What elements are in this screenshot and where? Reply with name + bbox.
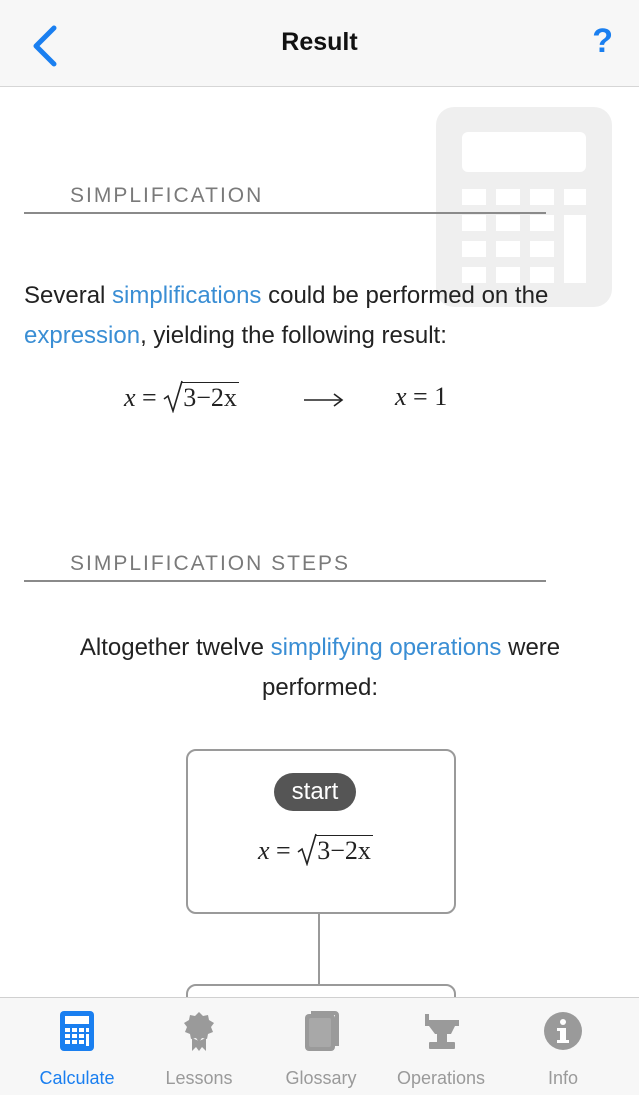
right-arrow-icon (304, 393, 344, 407)
tab-label: Info (547, 1068, 579, 1088)
tab-info[interactable]: Info (502, 998, 624, 1095)
lhs: x (258, 836, 270, 865)
lhs: x (124, 383, 136, 412)
section-header-simplification: SIMPLIFICATION (24, 178, 546, 214)
tab-lessons[interactable]: Lessons (138, 998, 260, 1095)
input-equation: x = 3−2x (124, 380, 239, 422)
lhs: x (395, 382, 407, 411)
book-icon (305, 1011, 339, 1051)
result-content[interactable]: SIMPLIFICATION Several simplifications c… (0, 88, 639, 997)
text: , yielding the following result: (140, 322, 447, 349)
radical-sign (297, 833, 317, 866)
tab-bar: Calculate Lessons Glossary Operations In… (0, 997, 639, 1095)
next-step-card[interactable] (186, 984, 456, 997)
tab-label: Calculate (39, 1068, 115, 1088)
tab-operations[interactable]: Operations (380, 998, 502, 1095)
start-equation: x = 3−2x (258, 833, 373, 866)
square-root: 3−2x (297, 833, 373, 866)
info-icon (544, 1012, 582, 1050)
page-title: Result (281, 28, 358, 56)
simplifications-link[interactable]: simplifications (112, 282, 261, 309)
radicand: 3−2x (181, 382, 239, 412)
tab-label: Lessons (165, 1068, 233, 1088)
start-badge: start (274, 773, 356, 811)
step-connector (318, 914, 320, 986)
tab-label: Operations (396, 1068, 486, 1088)
navigation-bar: Result ? (0, 0, 639, 87)
simplifying-operations-link[interactable]: simplifying operations (271, 634, 502, 661)
rhs: 1 (434, 382, 448, 411)
text: Several (24, 282, 113, 309)
section-header-steps: SIMPLIFICATION STEPS (24, 546, 546, 582)
start-step-card[interactable]: start x = 3−2x (186, 749, 456, 914)
steps-description: Altogether twelve simplifying operations… (30, 628, 610, 708)
text: Altogether twelve (79, 634, 271, 661)
text: could be performed on the (261, 282, 549, 309)
award-ribbon-icon (184, 1012, 214, 1051)
tab-calculate[interactable]: Calculate (16, 998, 138, 1095)
radical-sign (163, 380, 183, 413)
square-root: 3−2x (163, 380, 239, 413)
simplification-description: Several simplifications could be perform… (24, 276, 614, 356)
anvil-icon (425, 1014, 459, 1049)
tab-glossary[interactable]: Glossary (260, 998, 382, 1095)
radicand: 3−2x (315, 835, 373, 865)
result-equation: x = 1 (395, 382, 448, 411)
section-title: SIMPLIFICATION (70, 184, 264, 207)
expression-link[interactable]: expression (24, 322, 140, 349)
section-title: SIMPLIFICATION STEPS (70, 552, 350, 575)
calculator-icon (60, 1011, 94, 1051)
help-button[interactable]: ? (592, 22, 613, 61)
tab-label: Glossary (285, 1068, 357, 1088)
